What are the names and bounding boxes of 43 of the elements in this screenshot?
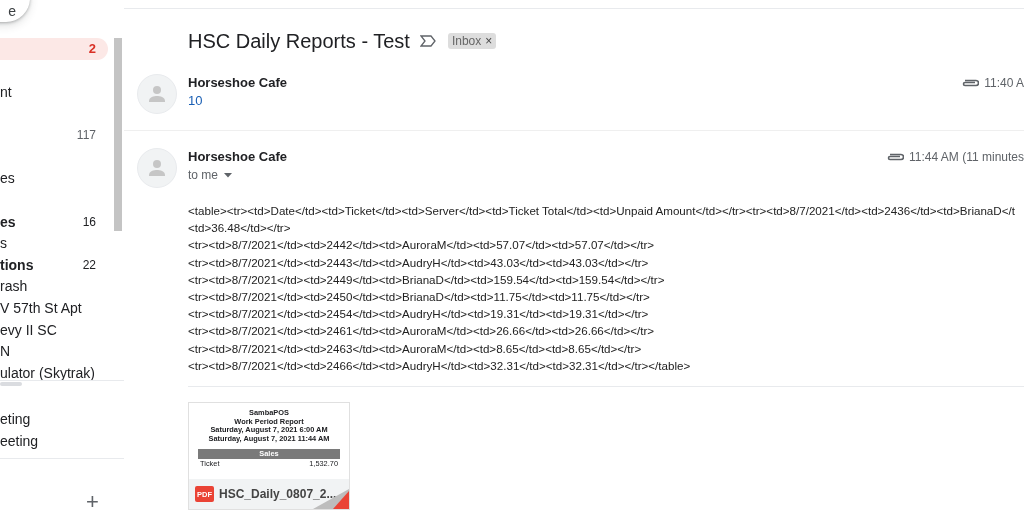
sidebar-item[interactable]: s [0,232,108,254]
recipient-text: to me [188,168,218,182]
compose-button[interactable]: e [0,0,30,22]
sender-name: Horseshoe Cafe [188,74,288,92]
body-text-line: <tr><td>8/7/2021</td><td>2443</td><td>AudryH</td><td>43.03</td><td>43.03</td></tr> [188,254,650,271]
body-text-line: <td>36.48</td></tr> [188,220,292,237]
body-text-line: <tr><td>8/7/2021</td><td>2466</td><td>AudryH</td><td>32.31</td><td>32.31</td></tr></table> [188,357,692,374]
body-text-line: <tr><td>8/7/2021</td><td>2449</td><td>BrianaD</td><td>159.54</td><td>159.54</td></tr> [188,271,666,288]
avatar-icon [137,148,177,188]
body-text-line: <tr><td>8/7/2021</td><td>2450</td><td>BrianaD</td><td>11.75</td><td>11.75</td></tr> [188,289,651,305]
scrollbar-thumb[interactable] [114,38,122,231]
body-text-line: <table><tr><td>Date</td><td>Ticket</td><td>Server</td><td>Ticket Total</td><td>Unpaid Amount</td></tr><tr><td>8/7/2021</td><td>2436</td><td>BrianaD</t [188,203,1016,219]
caret-icon[interactable] [224,172,232,178]
paperclip-icon [886,152,905,162]
message-time: 11:40 A [984,76,1024,90]
sidebar-item[interactable]: rash [0,275,108,298]
label-text: Inbox [451,34,482,48]
sidebar-item[interactable]: es [0,167,108,190]
sidebar-item[interactable]: N [0,340,108,362]
add-button[interactable]: + [86,491,99,510]
sidebar-item[interactable]: ulator (Skytrak) [0,361,108,384]
body-text-line: <tr><td>8/7/2021</td><td>2461</td><td>AuroraM</td><td>26.66</td><td>26.66</td></tr> [188,323,656,340]
meet-item[interactable]: eeting [0,430,39,453]
body-text-line: <tr><td>8/7/2021</td><td>2454</td><td>AudryH</td><td>19.31</td><td>19.31</td></tr> [188,306,650,323]
sidebar-item[interactable]: 117 [0,124,108,146]
sidebar-item[interactable]: 2 [0,38,108,60]
sidebar-item[interactable]: tions 22 [0,253,108,276]
avatar-icon [137,74,177,114]
sidebar-item[interactable]: es 16 [0,210,108,233]
important-marker-icon[interactable] [419,35,436,47]
message-time: 11:44 AM (11 minutes [909,150,1024,164]
sender-name: Horseshoe Cafe [188,148,288,166]
sidebar-item[interactable]: nt [0,81,108,103]
remove-label-button[interactable]: × [485,34,493,48]
sidebar-item[interactable]: evy II SC [0,318,108,341]
body-text-line: <tr><td>8/7/2021</td><td>2442</td><td>AuroraM</td><td>57.07</td><td>57.07</td></tr> [188,237,656,254]
meet-item[interactable]: eting [0,409,39,431]
file-name: HSC_Daily_0807_2... [219,487,337,502]
sidebar-item[interactable]: V 57th St Apt [0,297,108,319]
paperclip-icon [961,78,980,88]
body-text-line: <tr><td>8/7/2021</td><td>2463</td><td>AuroraM</td><td>8.65</td><td>8.65</td></tr> [188,340,643,357]
message-snippet: 10 [188,92,204,110]
email-subject: HSC Daily Reports - Test [188,29,410,53]
